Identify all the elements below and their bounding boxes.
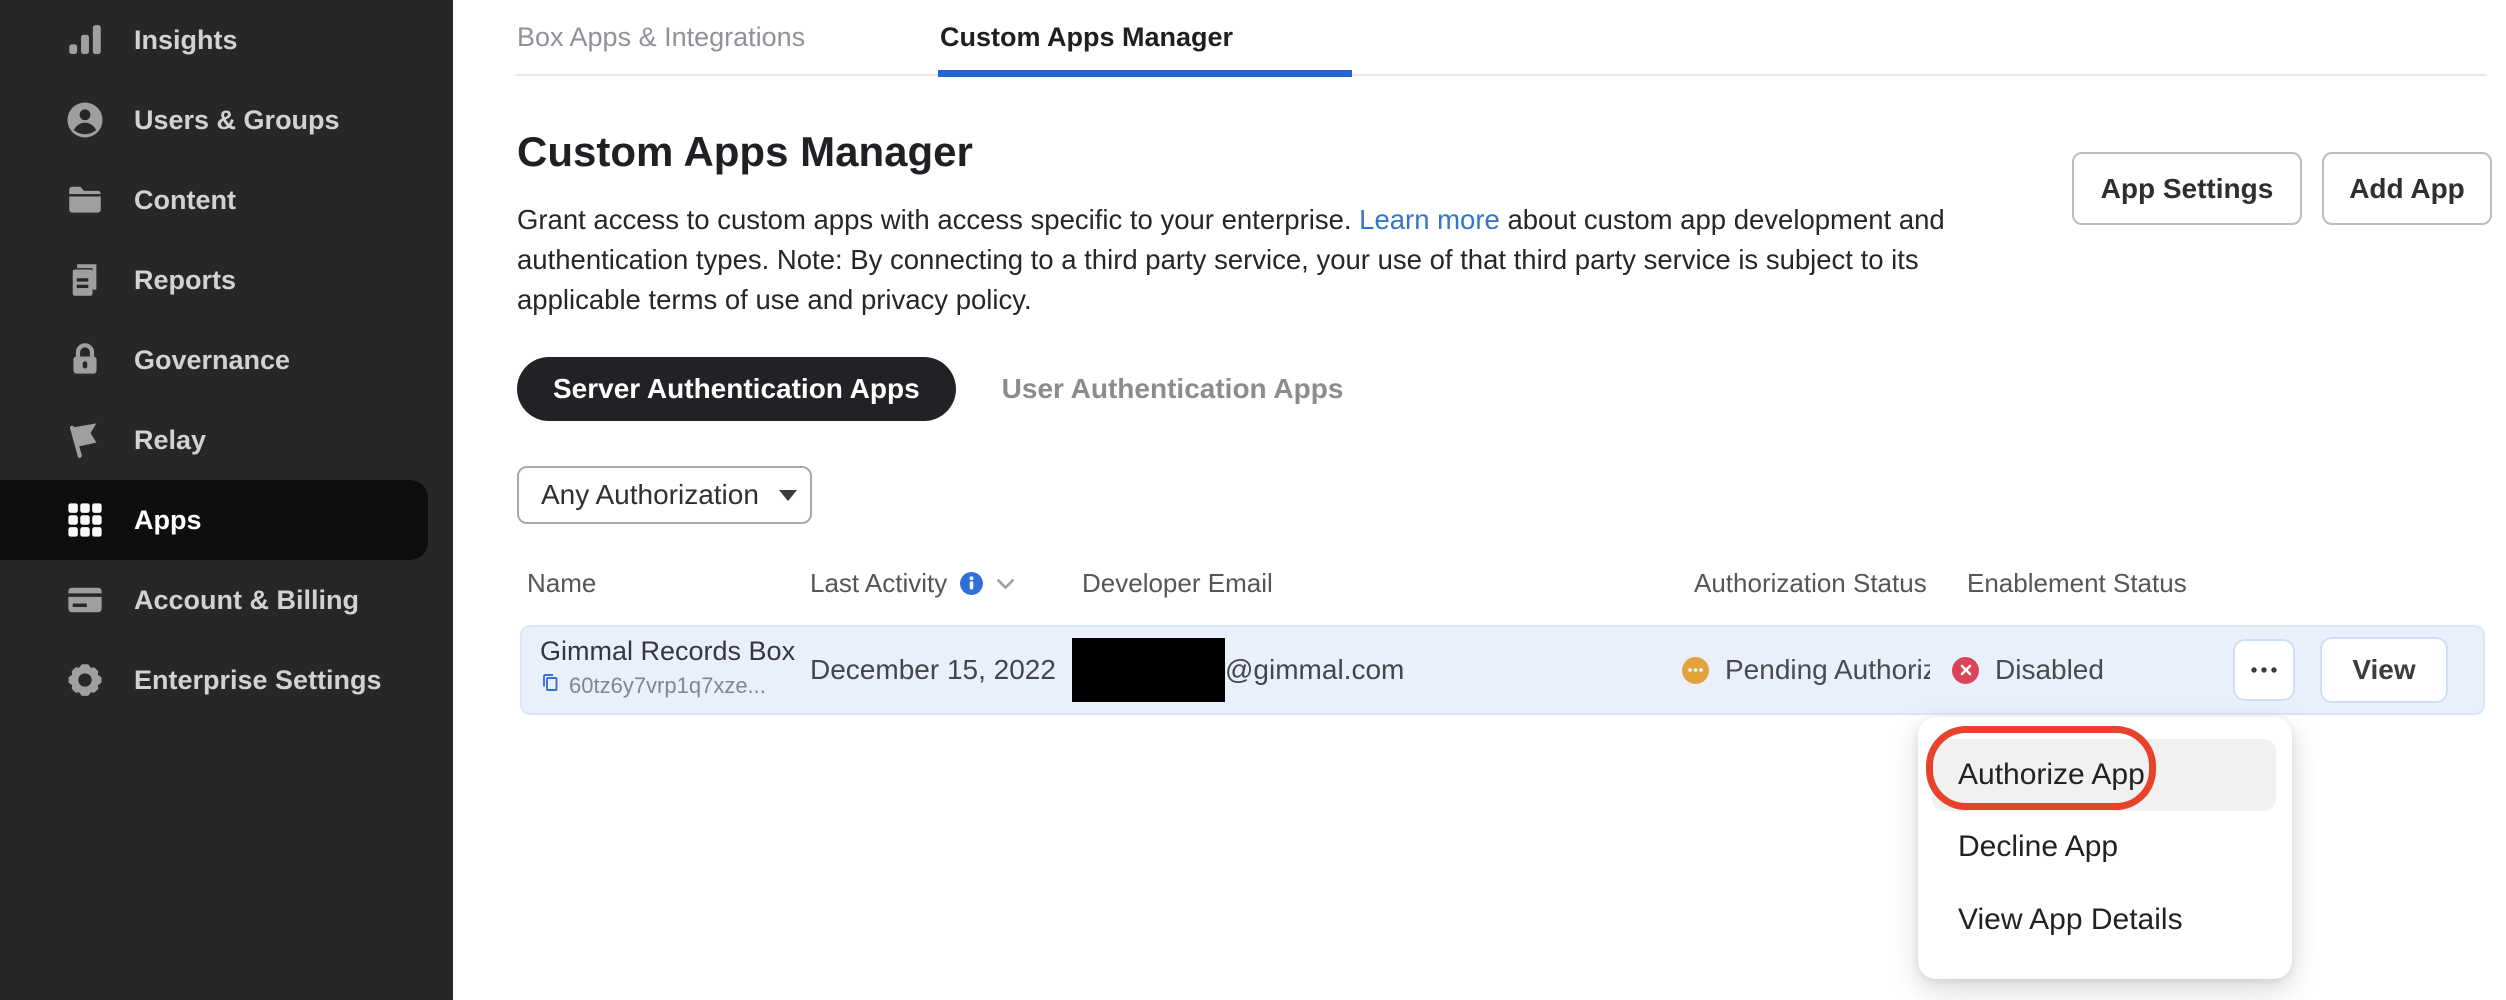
auth-type-segmented-control: Server Authentication Apps User Authenti… <box>517 357 1343 421</box>
enablement-status-cell: Disabled <box>1952 627 2104 713</box>
lock-icon <box>62 337 108 383</box>
sidebar-item-label: Apps <box>134 505 202 536</box>
sidebar-item-governance[interactable]: Governance <box>0 320 453 400</box>
caret-down-icon <box>779 490 797 501</box>
sidebar-item-relay[interactable]: Relay <box>0 400 453 480</box>
column-header-authorization-status: Authorization Status <box>1694 568 1927 599</box>
ellipsis-badge-icon <box>1682 657 1709 684</box>
last-activity-cell: December 15, 2022 <box>810 627 1056 713</box>
sidebar-item-label: Governance <box>134 345 290 376</box>
developer-email-cell: @gimmal.com <box>1072 627 1404 713</box>
grid-icon <box>62 497 108 543</box>
column-header-name: Name <box>527 568 596 599</box>
ellipsis-icon <box>2250 661 2278 679</box>
redacted-email-box <box>1072 638 1225 702</box>
page-title: Custom Apps Manager <box>517 128 973 176</box>
menu-item-view-app-details[interactable]: View App Details <box>1932 890 2276 950</box>
view-button[interactable]: View <box>2320 637 2448 703</box>
user-circle-icon <box>62 97 108 143</box>
app-name-cell: Gimmal Records Box 60tz6y7vrp1q7xze... <box>540 636 795 699</box>
learn-more-link[interactable]: Learn more <box>1359 204 1500 235</box>
column-header-last-activity: Last Activity <box>810 568 1015 599</box>
description-text: Grant access to custom apps with access … <box>517 204 1359 235</box>
sidebar-item-label: Content <box>134 185 236 216</box>
gear-icon <box>62 657 108 703</box>
sidebar-item-label: Enterprise Settings <box>134 665 382 696</box>
sidebar-item-users-groups[interactable]: Users & Groups <box>0 80 453 160</box>
info-icon[interactable] <box>959 571 984 596</box>
flag-icon <box>62 417 108 463</box>
sidebar-item-label: Reports <box>134 265 236 296</box>
tab-divider <box>515 74 2487 76</box>
report-icon <box>62 257 108 303</box>
column-header-label: Last Activity <box>810 568 947 599</box>
copy-icon[interactable] <box>540 672 560 699</box>
custom-apps-manager-page: Insights Users & Groups Content Reports <box>0 0 2506 1000</box>
credit-card-icon <box>62 577 108 623</box>
sidebar-item-label: Relay <box>134 425 206 456</box>
sidebar-item-label: Insights <box>134 25 238 56</box>
app-id: 60tz6y7vrp1q7xze... <box>569 673 766 699</box>
dropdown-value: Any Authorization <box>541 479 759 511</box>
authorization-filter-dropdown[interactable]: Any Authorization <box>517 466 812 524</box>
sidebar-item-label: Users & Groups <box>134 105 340 136</box>
page-description: Grant access to custom apps with access … <box>517 200 1985 320</box>
sidebar: Insights Users & Groups Content Reports <box>0 0 453 1000</box>
active-tab-underline <box>938 70 1352 77</box>
authorization-status-text: Pending Authoriza <box>1725 654 1930 686</box>
column-header-developer-email: Developer Email <box>1082 568 1273 599</box>
sidebar-item-reports[interactable]: Reports <box>0 240 453 320</box>
bar-chart-icon <box>62 17 108 63</box>
app-name: Gimmal Records Box <box>540 636 795 667</box>
server-authentication-apps-tab[interactable]: Server Authentication Apps <box>517 357 956 421</box>
sidebar-item-enterprise-settings[interactable]: Enterprise Settings <box>0 640 453 720</box>
sidebar-item-apps[interactable]: Apps <box>0 480 428 560</box>
sidebar-item-content[interactable]: Content <box>0 160 453 240</box>
x-badge-icon <box>1952 657 1979 684</box>
email-domain: @gimmal.com <box>1225 654 1404 686</box>
chevron-down-icon[interactable] <box>996 578 1015 590</box>
authorization-status-cell: Pending Authoriza <box>1682 627 1930 713</box>
user-authentication-apps-tab[interactable]: User Authentication Apps <box>1002 373 1344 405</box>
tab-custom-apps-manager[interactable]: Custom Apps Manager <box>940 22 1233 53</box>
menu-item-authorize-app[interactable]: Authorize App <box>1932 739 2276 811</box>
tab-box-apps-integrations[interactable]: Box Apps & Integrations <box>517 22 805 53</box>
menu-item-decline-app[interactable]: Decline App <box>1932 817 2276 877</box>
column-header-enablement-status: Enablement Status <box>1967 568 2187 599</box>
enablement-status-text: Disabled <box>1995 654 2104 686</box>
row-more-actions-button[interactable] <box>2233 639 2295 701</box>
add-app-button[interactable]: Add App <box>2322 152 2492 225</box>
sidebar-item-insights[interactable]: Insights <box>0 0 453 80</box>
folder-icon <box>62 177 108 223</box>
table-row: Gimmal Records Box 60tz6y7vrp1q7xze... D… <box>520 625 2485 715</box>
row-actions-context-menu: Authorize App Decline App View App Detai… <box>1918 717 2292 979</box>
sidebar-item-account-billing[interactable]: Account & Billing <box>0 560 453 640</box>
sidebar-item-label: Account & Billing <box>134 585 359 616</box>
app-settings-button[interactable]: App Settings <box>2072 152 2302 225</box>
